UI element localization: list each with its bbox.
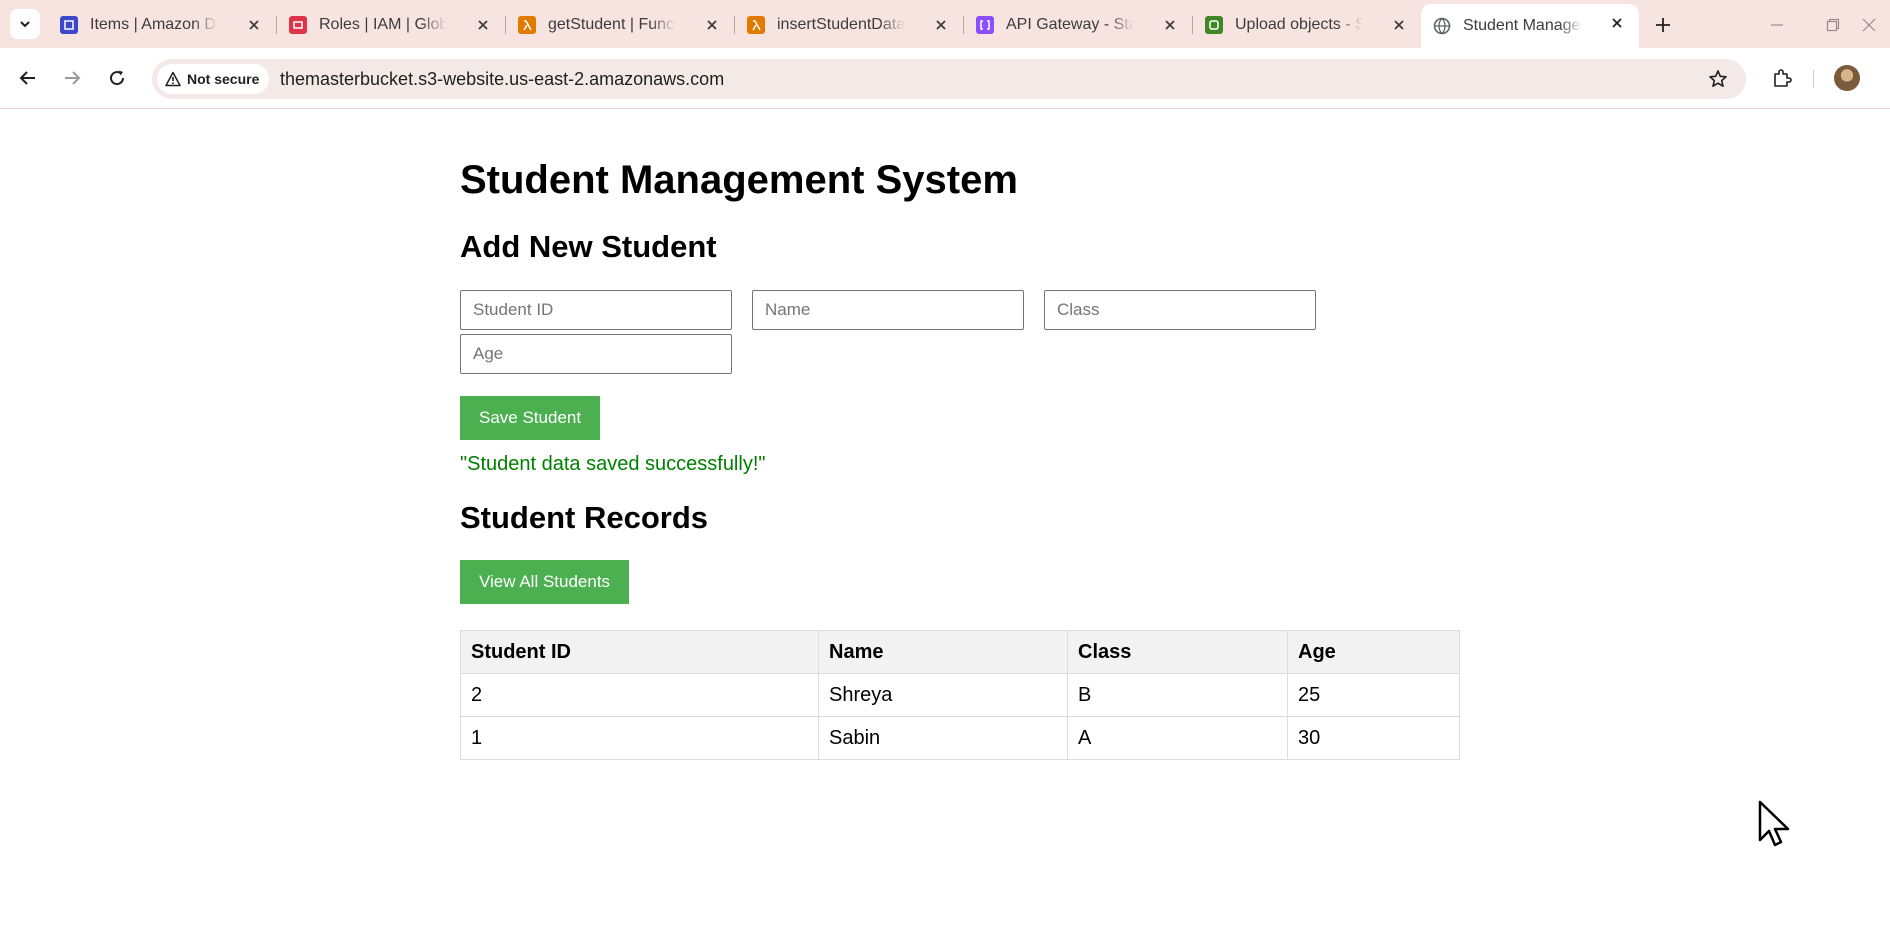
status-message: "Student data saved successfully!" xyxy=(460,453,766,475)
minimize-icon xyxy=(1771,24,1783,26)
table-cell: 1 xyxy=(460,716,819,760)
star-icon xyxy=(1709,70,1727,87)
iam-icon xyxy=(289,16,307,34)
column-header: Name xyxy=(818,630,1068,674)
security-label: Not secure xyxy=(187,71,260,87)
profile-avatar[interactable] xyxy=(1834,65,1860,91)
tab-label: getStudent | Functions xyxy=(548,16,676,33)
student-id-input[interactable] xyxy=(460,290,732,330)
chevron-down-icon xyxy=(20,21,30,28)
tab-strip: Items | Amazon DynamoDB Roles | IAM | Gl… xyxy=(0,0,1890,48)
tab-label: insertStudentData | Functions xyxy=(777,16,905,33)
table-row: 1 Sabin A 30 xyxy=(460,716,1460,760)
tab-label: Upload objects - S3 bucket xyxy=(1235,16,1363,33)
tab-label: Student Management System xyxy=(1463,17,1583,34)
column-header: Class xyxy=(1067,630,1288,674)
student-records-heading: Student Records xyxy=(460,500,709,535)
table-header-row: Student ID Name Class Age xyxy=(460,630,1460,674)
tab-student-management[interactable]: Student Management System xyxy=(1421,4,1639,48)
close-icon[interactable] xyxy=(1607,13,1627,33)
back-arrow-icon xyxy=(19,71,35,85)
dynamodb-icon xyxy=(60,16,78,34)
table-row: 2 Shreya B 25 xyxy=(460,673,1460,717)
api-gateway-icon xyxy=(976,16,994,34)
student-records-table: Student ID Name Class Age 2 Shreya B 25 … xyxy=(460,630,1460,760)
globe-icon xyxy=(1433,17,1451,35)
extensions-button[interactable] xyxy=(1766,62,1798,94)
tab-get-student[interactable]: getStudent | Functions xyxy=(506,6,734,44)
plus-icon xyxy=(1656,18,1670,32)
table-cell: B xyxy=(1067,673,1288,717)
view-all-students-button[interactable]: View All Students xyxy=(460,560,630,604)
table-cell: 25 xyxy=(1287,673,1460,717)
column-header: Student ID xyxy=(460,630,819,674)
column-header: Age xyxy=(1287,630,1460,674)
close-window-button[interactable] xyxy=(1856,12,1882,38)
browser-toolbar: Not secure themasterbucket.s3-website.us… xyxy=(0,48,1890,109)
site-security-chip[interactable]: Not secure xyxy=(157,64,270,94)
restore-button[interactable] xyxy=(1820,12,1846,38)
url-text: themasterbucket.s3-website.us-east-2.ama… xyxy=(280,69,725,89)
back-button[interactable] xyxy=(12,62,44,94)
tab-label: API Gateway - Stages xyxy=(1006,16,1134,33)
tab-search-button[interactable] xyxy=(10,9,40,39)
address-bar[interactable]: Not secure themasterbucket.s3-website.us… xyxy=(152,59,1746,99)
mouse-cursor-icon xyxy=(1758,800,1790,847)
save-student-button[interactable]: Save Student xyxy=(460,396,601,440)
close-icon[interactable] xyxy=(1160,15,1180,35)
bookmark-button[interactable] xyxy=(1706,67,1730,91)
class-input[interactable] xyxy=(1044,290,1316,330)
table-cell: Sabin xyxy=(818,716,1068,760)
table-cell: 30 xyxy=(1287,716,1460,760)
table-cell: A xyxy=(1067,716,1288,760)
reload-button[interactable] xyxy=(101,62,133,94)
tab-api-gateway[interactable]: API Gateway - Stages xyxy=(964,6,1192,44)
age-input[interactable] xyxy=(460,334,732,374)
table-cell: Shreya xyxy=(818,673,1068,717)
tab-insert-student-data[interactable]: insertStudentData | Functions xyxy=(735,6,963,44)
lambda-icon xyxy=(747,16,765,34)
warning-icon xyxy=(165,71,181,87)
reload-icon xyxy=(110,70,125,86)
tab-s3-upload[interactable]: Upload objects - S3 bucket xyxy=(1193,6,1421,44)
forward-button[interactable] xyxy=(56,62,88,94)
tab-dynamodb[interactable]: Items | Amazon DynamoDB xyxy=(48,6,276,44)
close-icon[interactable] xyxy=(244,15,264,35)
name-input[interactable] xyxy=(752,290,1024,330)
lambda-icon xyxy=(518,16,536,34)
close-icon[interactable] xyxy=(1389,15,1409,35)
add-student-heading: Add New Student xyxy=(460,229,717,264)
restore-icon xyxy=(1826,18,1840,32)
close-icon[interactable] xyxy=(473,15,493,35)
table-cell: 2 xyxy=(460,673,819,717)
close-icon xyxy=(1862,18,1876,32)
forward-arrow-icon xyxy=(65,71,81,85)
close-icon[interactable] xyxy=(931,15,951,35)
page-title: Student Management System xyxy=(460,158,1018,202)
close-icon[interactable] xyxy=(702,15,722,35)
new-tab-button[interactable] xyxy=(1650,12,1676,38)
tab-label: Items | Amazon DynamoDB xyxy=(90,16,218,33)
s3-icon xyxy=(1205,16,1223,34)
puzzle-icon xyxy=(1774,69,1792,87)
tab-label: Roles | IAM | Global xyxy=(319,16,447,33)
minimize-button[interactable] xyxy=(1764,12,1790,38)
tab-iam[interactable]: Roles | IAM | Global xyxy=(277,6,505,44)
